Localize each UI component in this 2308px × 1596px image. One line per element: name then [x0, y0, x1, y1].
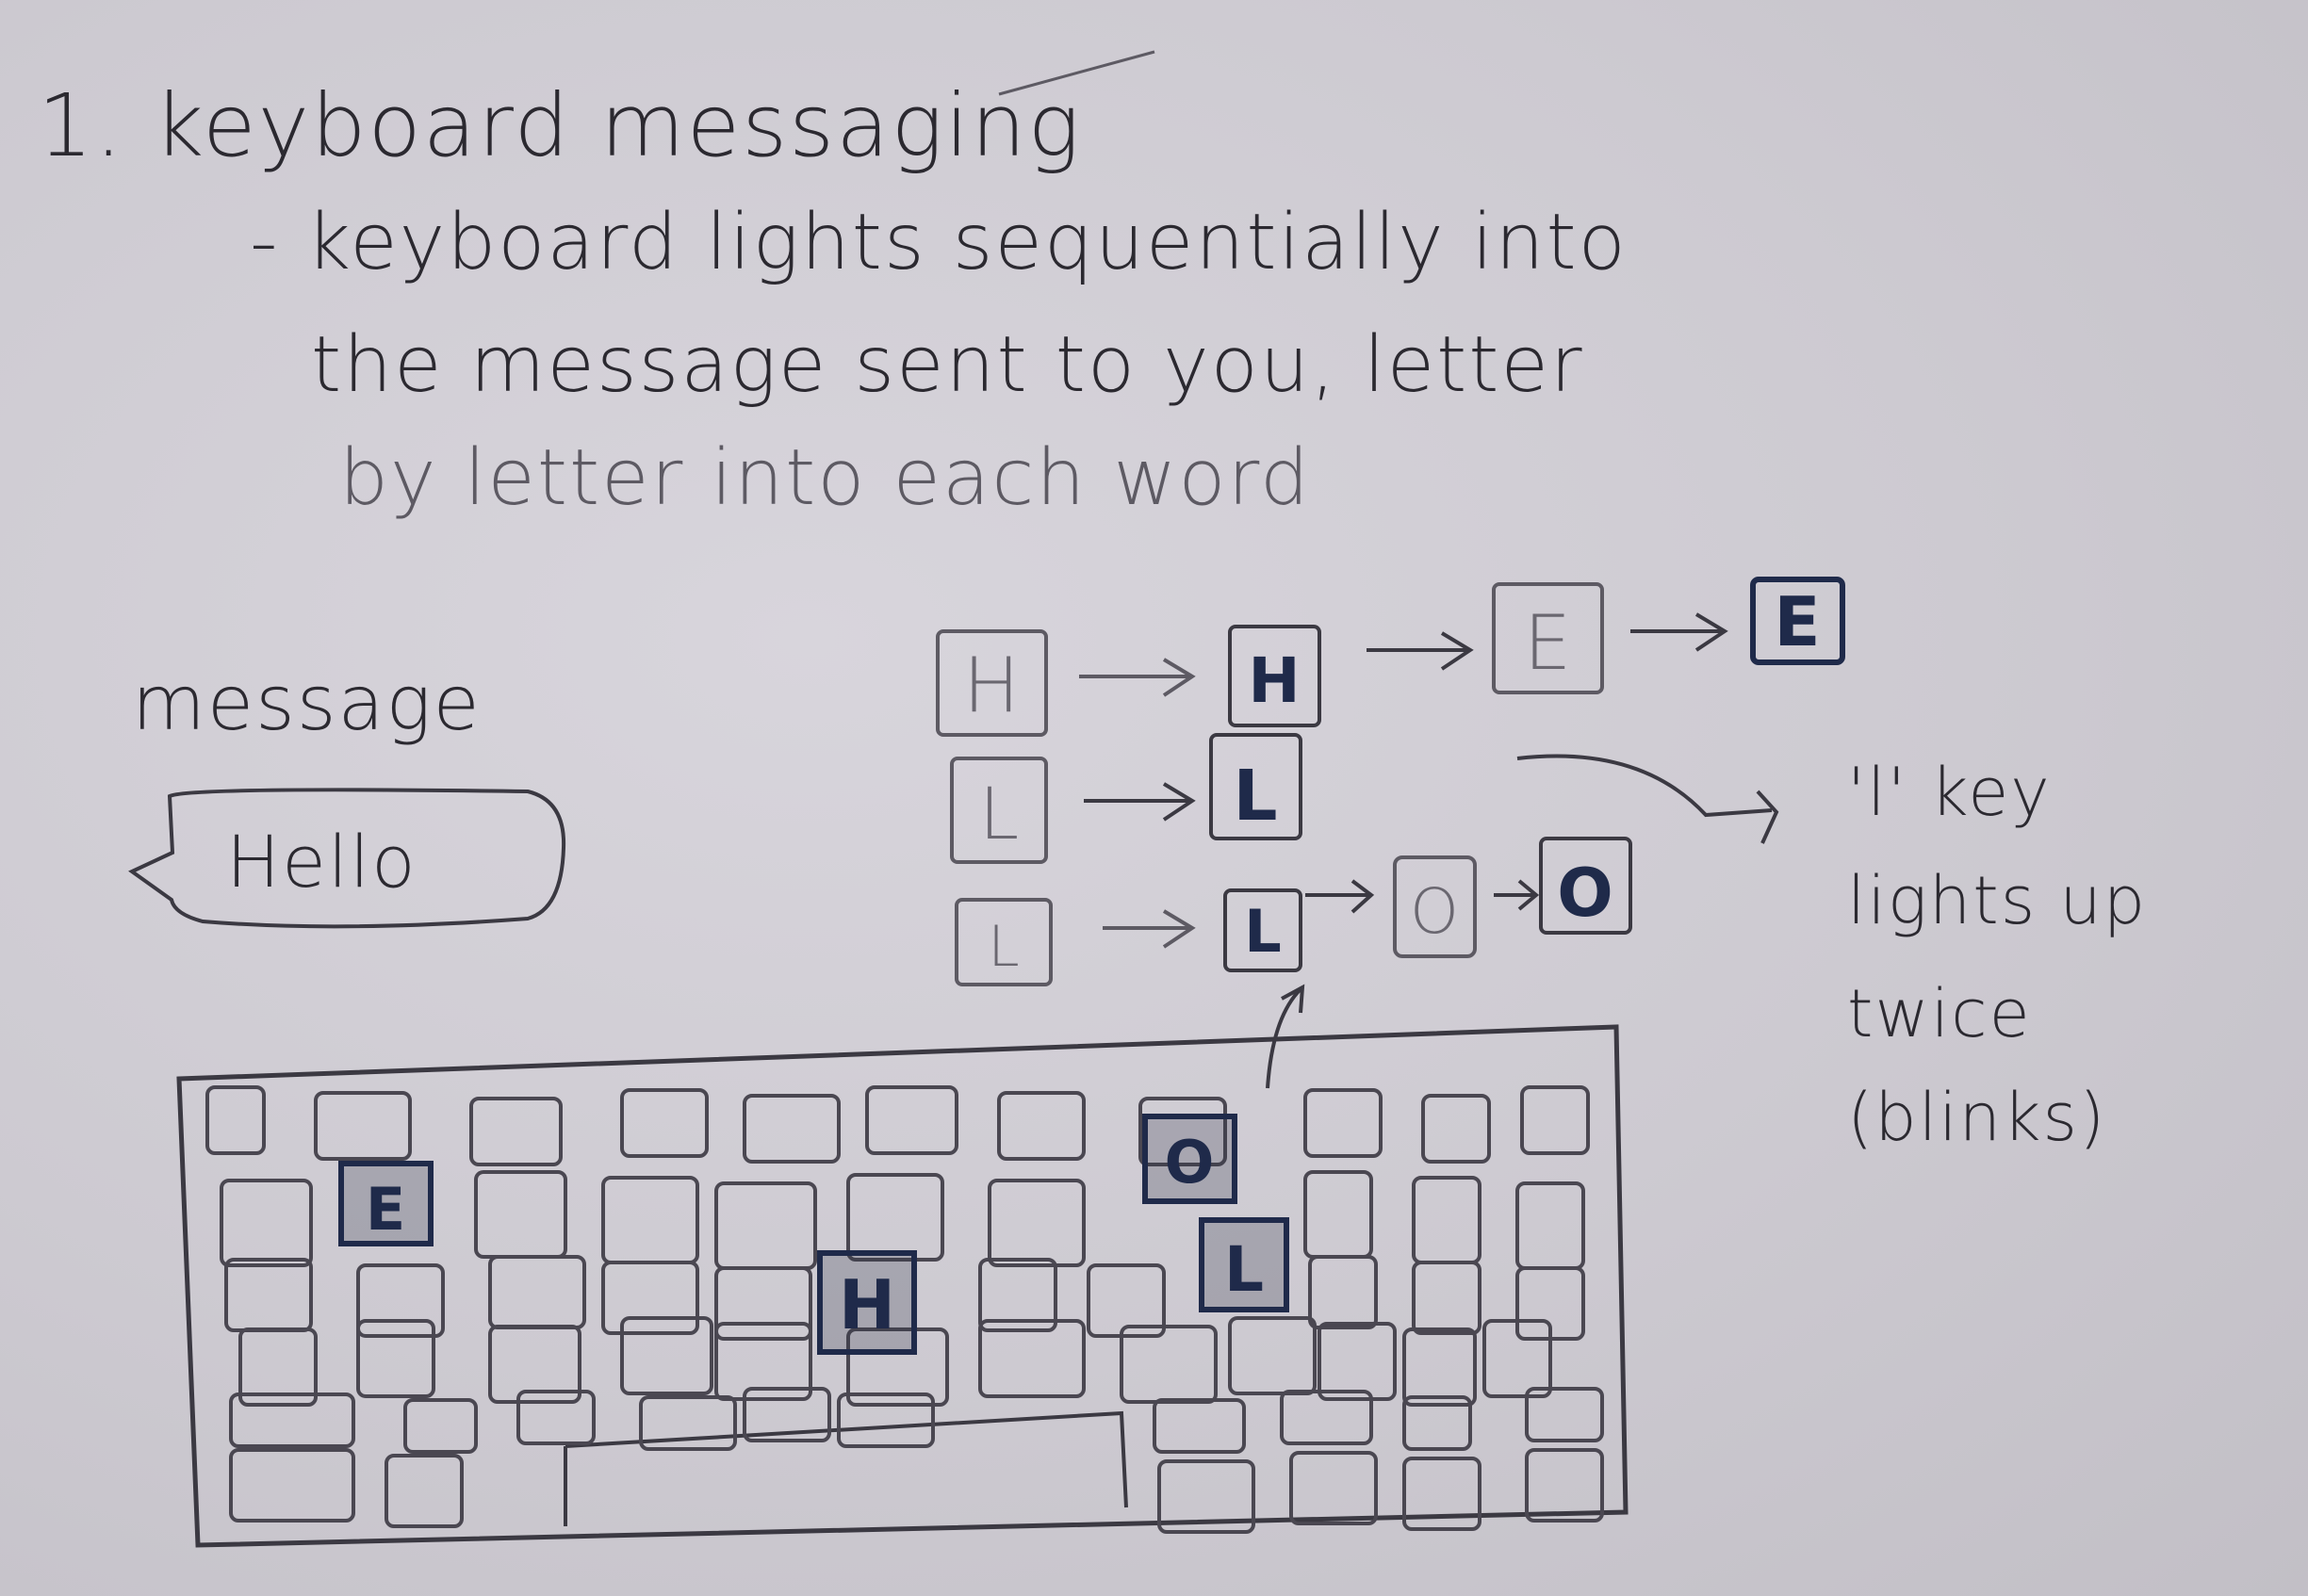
seq-letter: L: [1233, 756, 1277, 837]
arrow-icon: [1079, 658, 1196, 697]
keyboard-key: [1421, 1094, 1491, 1164]
keyboard-key: [229, 1448, 355, 1523]
keyboard-key: [601, 1261, 699, 1335]
lit-key-l-label: L: [1224, 1233, 1264, 1306]
sequence-row-1: [936, 577, 1845, 737]
seq-letter: L: [979, 772, 1019, 855]
keyboard-key: [474, 1170, 567, 1259]
keyboard-key: [229, 1392, 355, 1448]
lit-key-h-label: H: [839, 1265, 895, 1344]
keyboard-key: [743, 1094, 841, 1164]
seq-letter: L: [1244, 897, 1282, 966]
keyboard-key: [601, 1176, 699, 1264]
keyboard-key: [1153, 1398, 1246, 1454]
spacebar: [564, 1410, 1128, 1526]
keyboard-key: [865, 1085, 958, 1155]
keyboard-key: [1308, 1255, 1378, 1329]
lit-key-e-label: E: [366, 1175, 405, 1244]
seq-letter: O: [1557, 855, 1613, 932]
seq-letter: O: [1410, 875, 1459, 948]
keyboard-key: [488, 1255, 586, 1329]
keyboard-key: [988, 1179, 1086, 1267]
message-bubble: [128, 788, 566, 929]
seq-letter: E: [1524, 599, 1572, 687]
keyboard-key: [516, 1390, 596, 1445]
arrow-icon: [1494, 879, 1540, 911]
pencil-sketch-canvas: H H E E L L L L O O E O H L: [128, 50, 1845, 1548]
seq-letter: E: [1774, 582, 1820, 661]
keyboard-key: [1525, 1448, 1604, 1523]
keyboard-key: [403, 1398, 478, 1454]
keyboard-key: [1303, 1088, 1383, 1158]
arrow-icon: [1630, 612, 1728, 652]
arrow-icon: [1305, 879, 1375, 914]
keyboard-key: [1318, 1322, 1397, 1401]
seq-letter: H: [1248, 644, 1300, 717]
keyboard-key: [1520, 1085, 1590, 1155]
keyboard-key: [620, 1088, 709, 1158]
sequence-letters: H H E E L L L L O O: [963, 582, 1821, 980]
keyboard-key: [1303, 1170, 1373, 1259]
keyboard-key: [356, 1263, 445, 1338]
keyboard-key: [846, 1173, 944, 1262]
keyboard-key: [385, 1454, 464, 1528]
keyboard-key: [1289, 1451, 1378, 1525]
title-scribble: [998, 50, 1155, 96]
annotation-arrow: [1516, 754, 1779, 844]
keyboard-key: [1412, 1261, 1481, 1335]
arrow-icon: [1367, 631, 1474, 671]
keyboard-key: [314, 1091, 412, 1161]
keyboard-key: [224, 1258, 313, 1332]
lit-key-o-label: O: [1165, 1128, 1215, 1197]
keyboard-key: [1515, 1181, 1585, 1270]
keyboard-key: [469, 1097, 563, 1166]
seq-letter: H: [963, 642, 1020, 729]
keyboard-key: [1228, 1316, 1317, 1395]
keyboard-key: [1412, 1176, 1481, 1264]
keyboard-key: [714, 1266, 812, 1341]
arrow-icon: [1084, 782, 1196, 822]
keyboard-key: [714, 1181, 817, 1270]
keyboard-key: [220, 1179, 313, 1267]
keyboard-key: [1402, 1327, 1477, 1407]
sequence-row-3: [955, 837, 1632, 986]
keyboard-key: [205, 1085, 266, 1155]
keyboard-key: [997, 1091, 1086, 1161]
arrow-icon: [1103, 909, 1196, 949]
keyboard-key: [356, 1319, 435, 1398]
seq-letter: L: [988, 914, 1019, 980]
